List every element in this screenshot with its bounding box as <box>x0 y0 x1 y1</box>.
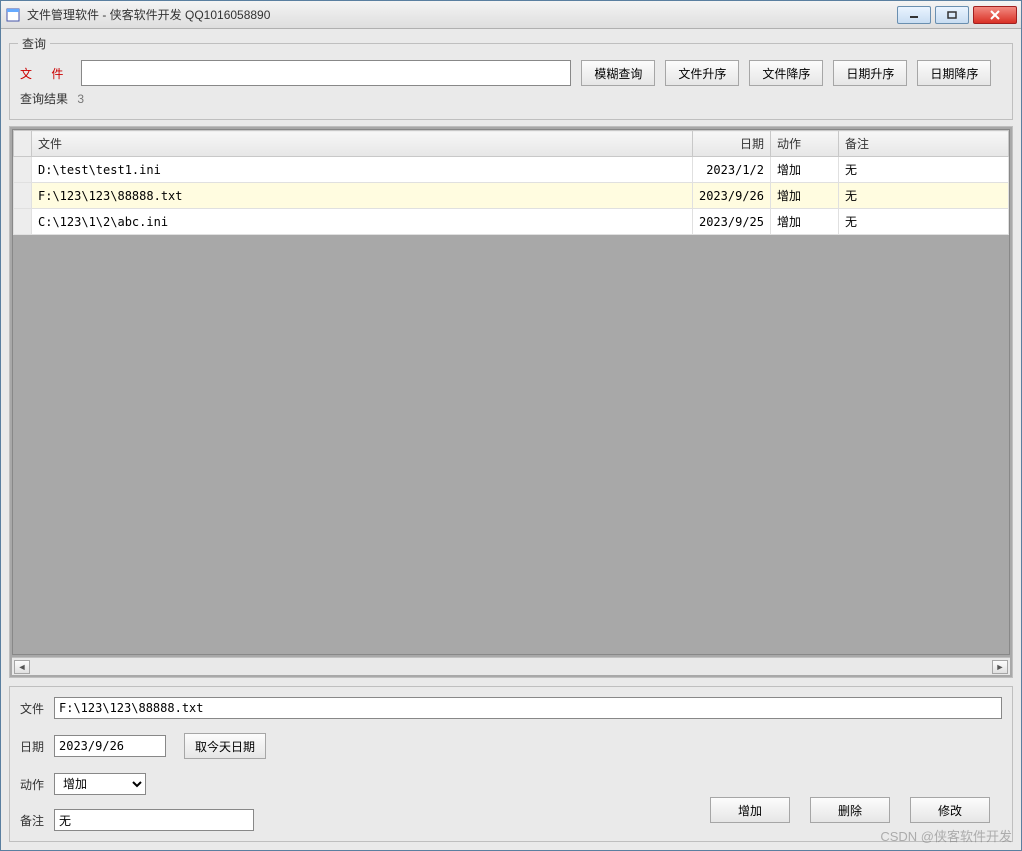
col-date[interactable]: 日期 <box>692 131 770 157</box>
date-desc-button[interactable]: 日期降序 <box>917 60 991 86</box>
maximize-button[interactable] <box>935 6 969 24</box>
form-date-label: 日期 <box>20 738 48 755</box>
form-file-label: 文件 <box>20 700 48 717</box>
note-field[interactable] <box>54 809 254 831</box>
grid-empty-area <box>13 235 1009 654</box>
minimize-button[interactable] <box>897 6 931 24</box>
query-group: 查询 文 件 模糊查询 文件升序 文件降序 日期升序 日期降序 查询结果 3 <box>9 35 1013 120</box>
date-field[interactable] <box>54 735 166 757</box>
edit-form: 文件 日期 取今天日期 动作 增加 备注 增加 删除 修改 <box>9 686 1013 842</box>
date-asc-button[interactable]: 日期升序 <box>833 60 907 86</box>
client-area: 查询 文 件 模糊查询 文件升序 文件降序 日期升序 日期降序 查询结果 3 <box>1 29 1021 850</box>
search-input[interactable] <box>81 60 571 86</box>
action-select[interactable]: 增加 <box>54 773 146 795</box>
today-button[interactable]: 取今天日期 <box>184 733 266 759</box>
scroll-right-icon[interactable]: ► <box>992 660 1008 674</box>
form-buttons: 增加 删除 修改 <box>710 797 990 823</box>
file-label: 文 件 <box>18 65 71 82</box>
file-asc-button[interactable]: 文件升序 <box>665 60 739 86</box>
modify-button[interactable]: 修改 <box>910 797 990 823</box>
fuzzy-search-button[interactable]: 模糊查询 <box>581 60 655 86</box>
add-button[interactable]: 增加 <box>710 797 790 823</box>
col-rowheader[interactable] <box>14 131 32 157</box>
results-grid[interactable]: 文件 日期 动作 备注 D:\test\test1.ini2023/1/2增加无… <box>13 130 1009 235</box>
results-count: 3 <box>77 92 84 106</box>
app-icon <box>5 7 21 23</box>
horizontal-scrollbar[interactable]: ◄ ► <box>12 657 1010 675</box>
form-note-label: 备注 <box>20 812 48 829</box>
window-title: 文件管理软件 - 侠客软件开发 QQ1016058890 <box>27 6 891 23</box>
file-field[interactable] <box>54 697 1002 719</box>
col-note[interactable]: 备注 <box>839 131 1009 157</box>
query-legend: 查询 <box>18 35 50 52</box>
results-grid-container: 文件 日期 动作 备注 D:\test\test1.ini2023/1/2增加无… <box>9 126 1013 678</box>
scroll-left-icon[interactable]: ◄ <box>14 660 30 674</box>
table-row[interactable]: F:\123\123\88888.txt2023/9/26增加无 <box>14 183 1009 209</box>
app-window: 文件管理软件 - 侠客软件开发 QQ1016058890 查询 文 件 模糊查询… <box>0 0 1022 851</box>
col-action[interactable]: 动作 <box>771 131 839 157</box>
results-label: 查询结果 3 <box>20 90 1002 107</box>
file-desc-button[interactable]: 文件降序 <box>749 60 823 86</box>
form-action-label: 动作 <box>20 776 48 793</box>
delete-button[interactable]: 删除 <box>810 797 890 823</box>
window-controls <box>897 6 1017 24</box>
close-button[interactable] <box>973 6 1017 24</box>
table-row[interactable]: C:\123\1\2\abc.ini2023/9/25增加无 <box>14 209 1009 235</box>
table-row[interactable]: D:\test\test1.ini2023/1/2增加无 <box>14 157 1009 183</box>
titlebar[interactable]: 文件管理软件 - 侠客软件开发 QQ1016058890 <box>1 1 1021 29</box>
col-file[interactable]: 文件 <box>32 131 693 157</box>
